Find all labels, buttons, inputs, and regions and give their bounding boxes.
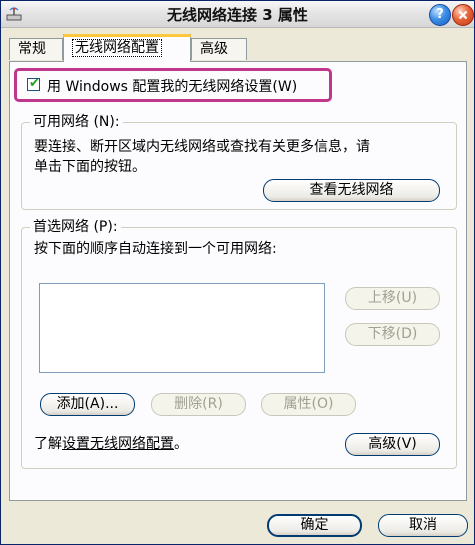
ok-button[interactable]: 确定 bbox=[267, 514, 362, 537]
tab-general[interactable]: 常规 bbox=[9, 38, 63, 60]
add-button[interactable]: 添加(A)... bbox=[40, 393, 135, 416]
learn-text: 了解设置无线网络配置。 bbox=[34, 433, 188, 453]
use-windows-label: 用 Windows 配置我的无线网络设置(W) bbox=[47, 79, 298, 95]
window-title: 无线网络连接 3 属性 bbox=[167, 6, 308, 24]
close-button[interactable] bbox=[452, 4, 474, 26]
remove-button[interactable]: 删除(R) bbox=[151, 393, 246, 416]
properties-dialog: 无线网络连接 3 属性 ? 常规 无线网络配置 高级 ✔ 用 Windows 配… bbox=[0, 0, 475, 545]
preferred-networks-list[interactable] bbox=[39, 283, 325, 373]
tab-advanced-label: 高级 bbox=[200, 41, 228, 57]
preferred-networks-label: 首选网络 (P): bbox=[30, 216, 121, 236]
available-networks-label: 可用网络 (N): bbox=[30, 111, 123, 131]
properties-button[interactable]: 属性(O) bbox=[261, 393, 356, 416]
available-desc-line1: 要连接、断开区域内无线网络或查找有关更多信息，请 bbox=[34, 139, 370, 155]
checkmark-icon: ✔ bbox=[29, 76, 40, 91]
learn-link[interactable]: 设置无线网络配置 bbox=[62, 436, 174, 452]
close-icon bbox=[458, 10, 468, 20]
preferred-desc: 按下面的顺序自动连接到一个可用网络: bbox=[34, 241, 277, 257]
tab-wireless-networks[interactable]: 无线网络配置 bbox=[63, 34, 191, 62]
use-windows-checkbox[interactable]: ✔ bbox=[27, 76, 40, 91]
advanced-button[interactable]: 高级(V) bbox=[345, 433, 440, 456]
title-bar[interactable]: 无线网络连接 3 属性 ? bbox=[1, 1, 474, 28]
tab-advanced[interactable]: 高级 bbox=[191, 38, 247, 60]
tab-general-label: 常规 bbox=[18, 41, 46, 57]
move-down-button[interactable]: 下移(D) bbox=[345, 323, 440, 346]
available-desc-line2: 单击下面的按钮。 bbox=[34, 159, 146, 175]
move-up-button[interactable]: 上移(U) bbox=[345, 287, 440, 310]
tab-wireless-networks-label: 无线网络配置 bbox=[72, 39, 162, 57]
cancel-button[interactable]: 取消 bbox=[378, 514, 468, 537]
learn-prefix: 了解 bbox=[34, 436, 62, 452]
learn-suffix: 。 bbox=[174, 436, 188, 452]
view-wireless-networks-button[interactable]: 查看无线网络 bbox=[263, 179, 440, 202]
help-button[interactable]: ? bbox=[429, 4, 451, 26]
